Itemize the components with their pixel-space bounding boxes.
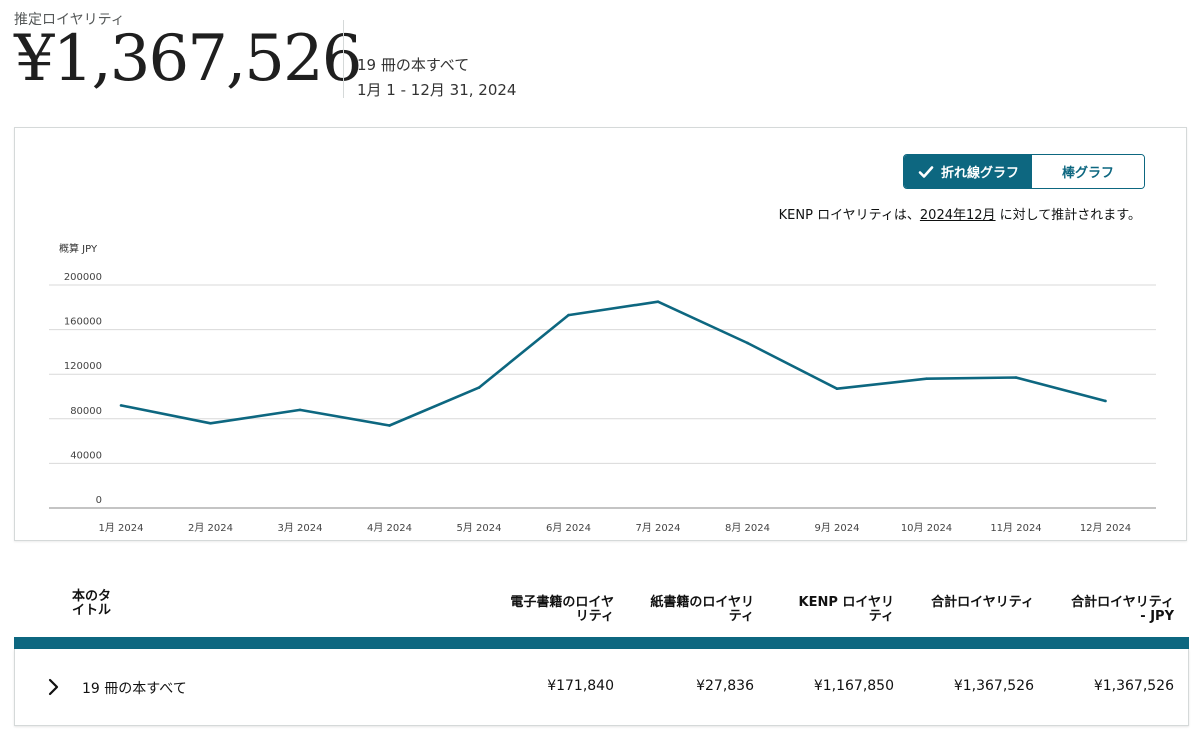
x-tick-label: 12月 2024 — [1080, 522, 1131, 534]
royalty-line-chart: 0 40000 80000 120000 160000 200000 1月 2024 2月 2… — [49, 272, 1156, 534]
data-point[interactable] — [388, 424, 391, 427]
x-tick-label: 8月 2024 — [725, 522, 770, 534]
x-tick-label: 11月 2024 — [990, 522, 1041, 534]
total-royalty-amount: ¥1,367,526 — [14, 22, 362, 96]
books-scope-label: 19 冊の本すべて — [357, 56, 470, 74]
x-tick-label: 6月 2024 — [546, 522, 591, 534]
y-tick-label: 80000 — [70, 406, 102, 417]
y-tick-label: 120000 — [64, 361, 102, 372]
x-tick-label: 1月 2024 — [99, 522, 144, 534]
data-point[interactable] — [656, 300, 660, 304]
column-header-print: 紙書籍のロイヤリティ — [650, 595, 754, 624]
row-kenp-royalty: ¥1,167,850 — [813, 678, 894, 694]
chevron-right-icon[interactable] — [46, 678, 62, 696]
x-tick-label: 5月 2024 — [457, 522, 502, 534]
column-header-kenp: KENP ロイヤリティ — [798, 595, 895, 624]
chart-card: 折れ線グラフ 棒グラフ KENP ロイヤリティは、2024年12月 に対して推計… — [14, 127, 1187, 541]
data-point[interactable] — [119, 404, 123, 407]
data-point[interactable] — [1104, 399, 1107, 403]
series-line — [120, 300, 1106, 427]
y-tick-label: 200000 — [64, 272, 102, 283]
x-tick-label: 2月 2024 — [188, 522, 233, 534]
data-point[interactable] — [835, 387, 839, 390]
row-title: 19 冊の本すべて — [82, 681, 187, 697]
row-print-royalty: ¥27,836 — [696, 678, 754, 694]
y-tick-label: 40000 — [70, 450, 102, 461]
row-total-royalty: ¥1,367,526 — [953, 678, 1034, 694]
data-point[interactable] — [477, 386, 481, 389]
column-header-total: 合計ロイヤリティ — [931, 595, 1034, 610]
x-tick-label: 4月 2024 — [367, 522, 412, 534]
header-divider — [343, 20, 344, 98]
x-tick-label: 7月 2024 — [636, 522, 681, 534]
data-point[interactable] — [925, 377, 928, 380]
column-header-ebook: 電子書籍のロイヤリティ — [510, 595, 614, 624]
data-point[interactable] — [1014, 376, 1018, 379]
row-total-royalty-jpy: ¥1,367,526 — [1093, 678, 1174, 694]
data-point[interactable] — [298, 408, 302, 412]
row-ebook-royalty: ¥171,840 — [547, 678, 614, 694]
y-tick-label: 160000 — [64, 317, 102, 328]
data-point[interactable] — [209, 421, 212, 425]
x-tick-label: 3月 2024 — [278, 522, 323, 534]
date-range-label: 1月 1 - 12月 31, 2024 — [357, 81, 517, 99]
column-header-title: 本のタイトル — [72, 589, 112, 618]
data-point[interactable] — [567, 313, 570, 317]
data-point[interactable] — [746, 341, 749, 345]
x-tick-label: 10月 2024 — [901, 522, 952, 534]
column-header-total-jpy: 合計ロイヤリティ - JPY — [1071, 595, 1174, 624]
x-tick-label: 9月 2024 — [815, 522, 860, 534]
y-tick-label: 0 — [96, 495, 102, 506]
table-header-bar — [14, 637, 1189, 649]
